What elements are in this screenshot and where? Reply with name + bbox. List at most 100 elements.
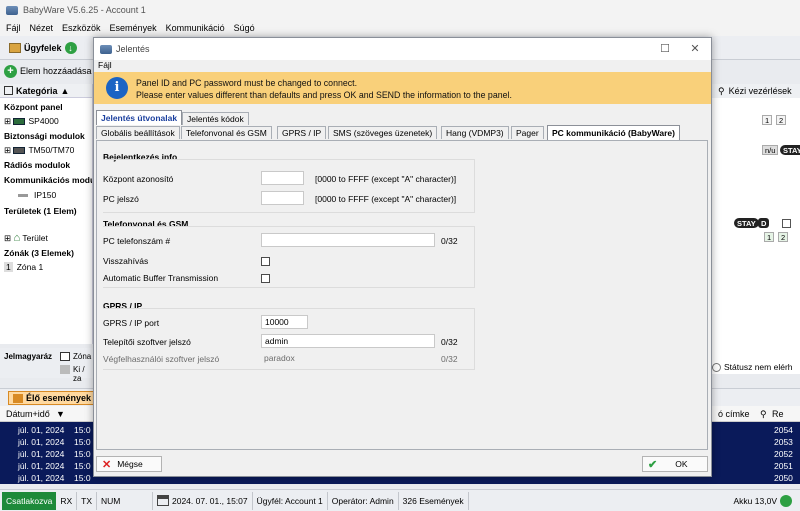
tree-item-central-panel: Központ panel	[4, 102, 63, 112]
live-events-tab[interactable]: Élő események	[8, 391, 97, 405]
tree-item-label: Zóna 1	[16, 262, 44, 272]
tree-item-ip150[interactable]: IP150	[18, 190, 56, 200]
tree-item-area[interactable]: ⊞ ⌂ Terület	[4, 232, 48, 244]
event-date: júl. 01, 2024	[18, 473, 65, 483]
event-time: 15:0	[74, 461, 91, 471]
tab-gprs-ip[interactable]: GPRS / IP	[277, 126, 327, 139]
tab-pc-communication[interactable]: PC kommunikáció (BabyWare)	[547, 125, 680, 140]
callback-checkbox[interactable]	[261, 257, 270, 266]
battery-label: Akku 13,0V	[733, 495, 777, 506]
gprs-port-label: GPRS / IP port	[103, 318, 160, 328]
manual-controls-panel: ⚲ Kézi vezérlések 1 2 n/u STAY STAY D 1 …	[712, 84, 800, 374]
customers-button[interactable]: Ügyfelek ↓	[6, 39, 80, 57]
ok-button[interactable]: ✔ OK	[642, 456, 708, 472]
tree-item-areas: Területek (1 Elem)	[4, 206, 77, 216]
tab-report-routes[interactable]: Jelentés útvonalak	[96, 110, 183, 125]
datetime-column-header[interactable]: Dátum+idő	[6, 409, 50, 419]
ok-button-label: OK	[675, 459, 688, 469]
search-icon[interactable]: ⚲	[718, 86, 725, 97]
area-checkbox[interactable]	[782, 219, 791, 228]
event-date: júl. 01, 2024	[18, 461, 65, 471]
sort-down-icon: ▼	[56, 409, 65, 419]
check-icon: ✔	[648, 458, 658, 471]
customers-label: Ügyfelek	[24, 42, 62, 53]
num-indicator: NUM	[97, 491, 153, 510]
off-legend-label: Ki / za	[73, 365, 85, 383]
dialog-menu-file[interactable]: Fájl	[94, 60, 711, 72]
info-line-2: Please enter values different than defau…	[136, 90, 512, 100]
tree-item-label: SP4000	[28, 116, 59, 126]
tab-report-codes[interactable]: Jelentés kódok	[182, 112, 249, 125]
area-chip-2[interactable]: 2	[776, 115, 787, 125]
cancel-button[interactable]: ✕ Mégse	[96, 456, 162, 472]
installer-password-counter: 0/32	[441, 337, 458, 347]
buffer-transmission-checkbox[interactable]	[261, 274, 270, 283]
connected-status: Csatlakozva	[2, 491, 57, 510]
event-ref: 2050	[774, 473, 793, 483]
close-icon[interactable]: ✕	[688, 42, 702, 56]
nu-chip: n/u	[762, 145, 779, 155]
search-icon[interactable]: ⚲	[760, 409, 767, 420]
menu-file[interactable]: Fájl	[6, 23, 21, 33]
dialog-title: Jelentés	[116, 44, 150, 54]
status-datetime-text: 2024. 07. 01., 15:07	[172, 495, 248, 506]
panel-id-hint: [0000 to FFFF (except "A" character)]	[315, 174, 457, 184]
pc-password-input[interactable]	[261, 191, 304, 205]
tx-indicator: TX	[77, 491, 97, 510]
zone-chip-2[interactable]: 2	[778, 232, 789, 242]
gprs-port-input[interactable]	[261, 315, 308, 329]
category-tree: Kategória ▲ Központ panel ⊞ SP4000 Bizto…	[0, 84, 93, 344]
installer-password-input[interactable]	[261, 334, 435, 348]
menu-events[interactable]: Események	[110, 23, 157, 33]
tree-item-zone-1[interactable]: 1 Zóna 1	[4, 262, 43, 272]
stay-chip[interactable]: STAY	[780, 145, 800, 155]
pc-communication-panel: Bejelentkezés info Központ azonosító [00…	[96, 140, 708, 450]
menu-communication[interactable]: Kommunikáció	[166, 23, 225, 33]
add-item-button[interactable]: + Elem hozzáadása	[0, 60, 100, 82]
legend-bar: Jelmagyaráz Zóna Ki / za	[0, 348, 93, 383]
event-ref: 2054	[774, 425, 793, 435]
menu-tools[interactable]: Eszközök	[62, 23, 101, 33]
status-radio[interactable]	[712, 362, 721, 372]
tab-sms[interactable]: SMS (szöveges üzenetek)	[328, 126, 438, 139]
event-time: 15:0	[74, 425, 91, 435]
tree-item-label: Terület	[22, 233, 48, 243]
pc-phone-counter: 0/32	[441, 236, 458, 246]
add-icon: +	[4, 64, 17, 78]
enduser-password-input	[261, 351, 435, 365]
tree-item-sp4000[interactable]: ⊞ SP4000	[4, 116, 59, 127]
tab-global-settings[interactable]: Globális beállítások	[96, 126, 180, 139]
area-chip-1[interactable]: 1	[762, 115, 773, 125]
ip-module-icon	[18, 194, 28, 198]
stay-button[interactable]: STAY	[734, 218, 759, 228]
info-banner: i Panel ID and PC password must be chang…	[94, 72, 711, 104]
event-ref: 2052	[774, 449, 793, 459]
menu-help[interactable]: Súgó	[234, 23, 255, 33]
event-ref: 2053	[774, 437, 793, 447]
status-operator: Operátor: Admin	[328, 491, 399, 510]
zone-index: 1	[4, 262, 13, 272]
category-header[interactable]: Kategória ▲	[0, 84, 92, 98]
installer-password-label: Telepítői szoftver jelszó	[103, 337, 191, 347]
tab-phone-gsm[interactable]: Telefonvonal és GSM	[181, 126, 272, 139]
tree-item-tm50[interactable]: ⊞ TM50/TM70	[4, 145, 74, 156]
panel-id-input[interactable]	[261, 171, 304, 185]
tab-voice[interactable]: Hang (VDMP3)	[441, 126, 509, 139]
zone-chip-1[interactable]: 1	[764, 232, 775, 242]
tree-item-comm-modules: Kommunikációs modulok	[4, 175, 92, 185]
cancel-icon: ✕	[102, 458, 112, 471]
menu-view[interactable]: Nézet	[30, 23, 54, 33]
event-ref: 2051	[774, 461, 793, 471]
category-header-label: Kategória	[16, 85, 58, 96]
maximize-icon[interactable]: ☐	[658, 42, 672, 56]
folder-icon	[9, 42, 21, 53]
stay-d-button[interactable]: D	[758, 218, 770, 228]
label-column-header[interactable]: ó címke	[718, 409, 750, 419]
main-menu-bar: Fájl Nézet Eszközök Események Kommunikác…	[0, 20, 800, 36]
pc-phone-input[interactable]	[261, 233, 435, 247]
ref-column-header[interactable]: Re	[772, 409, 784, 419]
pc-password-hint: [0000 to FFFF (except "A" character)]	[315, 194, 457, 204]
info-line-1: Panel ID and PC password must be changed…	[136, 78, 358, 88]
enduser-password-counter: 0/32	[441, 354, 458, 364]
tab-pager[interactable]: Pager	[511, 126, 544, 139]
